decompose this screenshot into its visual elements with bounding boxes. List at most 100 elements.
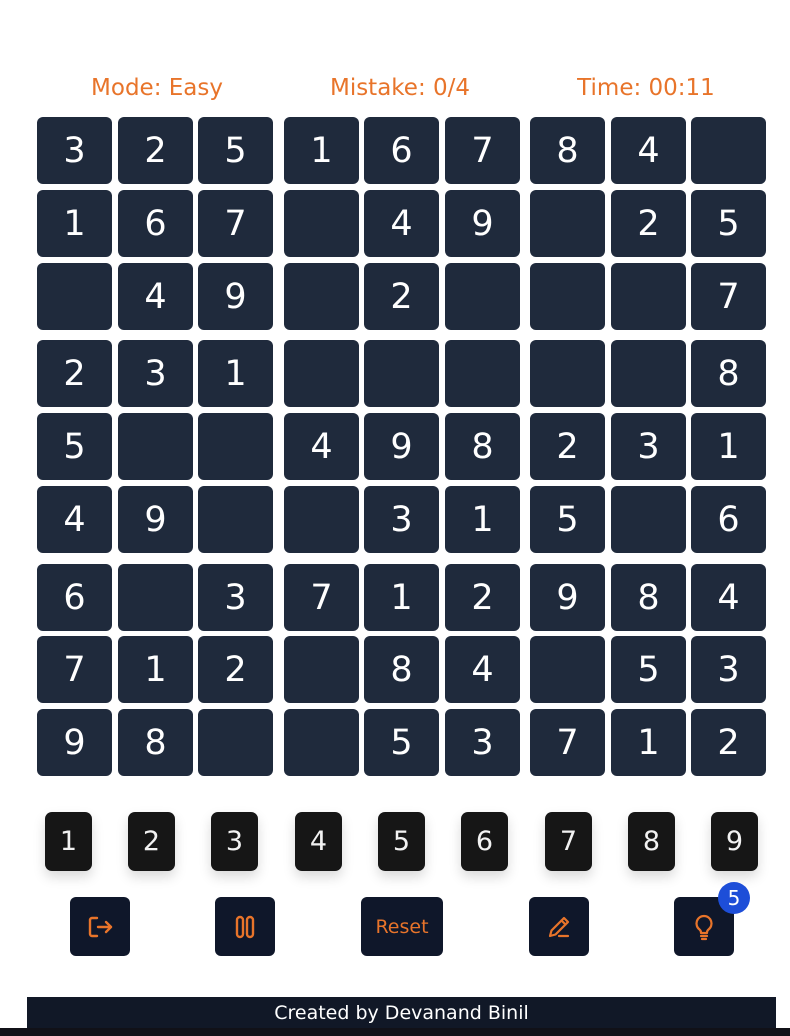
sudoku-cell[interactable]: 2 <box>611 190 686 257</box>
sudoku-cell[interactable]: 5 <box>691 190 766 257</box>
sudoku-cell[interactable]: 7 <box>198 190 273 257</box>
sudoku-cell[interactable]: 9 <box>198 263 273 330</box>
number-button[interactable]: 8 <box>628 812 675 871</box>
sudoku-cell[interactable] <box>198 709 273 776</box>
sudoku-cell[interactable] <box>691 117 766 184</box>
sudoku-cell[interactable] <box>284 709 359 776</box>
sudoku-cell[interactable]: 2 <box>691 709 766 776</box>
sudoku-cell[interactable]: 8 <box>691 340 766 407</box>
sudoku-cell[interactable]: 8 <box>611 564 686 631</box>
sudoku-cell[interactable] <box>445 340 520 407</box>
sudoku-cell[interactable] <box>284 340 359 407</box>
number-button[interactable]: 2 <box>128 812 175 871</box>
sudoku-cell[interactable]: 9 <box>530 564 605 631</box>
number-button[interactable]: 5 <box>378 812 425 871</box>
sudoku-cell[interactable]: 9 <box>118 486 193 553</box>
sudoku-cell[interactable]: 7 <box>530 709 605 776</box>
sudoku-cell[interactable]: 1 <box>37 190 112 257</box>
sudoku-cell[interactable]: 3 <box>691 636 766 703</box>
sudoku-cell[interactable] <box>37 263 112 330</box>
sudoku-cell[interactable]: 6 <box>37 564 112 631</box>
sudoku-cell[interactable] <box>284 636 359 703</box>
number-button[interactable]: 4 <box>295 812 342 871</box>
sudoku-cell[interactable]: 9 <box>37 709 112 776</box>
number-button[interactable]: 3 <box>211 812 258 871</box>
pause-button[interactable] <box>215 897 275 956</box>
sudoku-cell[interactable] <box>530 340 605 407</box>
exit-button[interactable] <box>70 897 130 956</box>
sudoku-cell[interactable] <box>611 340 686 407</box>
sudoku-cell[interactable] <box>284 263 359 330</box>
sudoku-cell[interactable]: 1 <box>198 340 273 407</box>
number-button[interactable]: 6 <box>461 812 508 871</box>
sudoku-cell[interactable]: 4 <box>445 636 520 703</box>
sudoku-cell[interactable]: 1 <box>284 117 359 184</box>
sudoku-cell[interactable]: 7 <box>445 117 520 184</box>
sudoku-cell[interactable]: 2 <box>364 263 439 330</box>
sudoku-cell[interactable]: 7 <box>37 636 112 703</box>
sudoku-cell[interactable] <box>118 413 193 480</box>
sudoku-cell[interactable] <box>284 486 359 553</box>
exit-icon <box>88 916 113 937</box>
sudoku-cell[interactable]: 4 <box>284 413 359 480</box>
sudoku-cell[interactable]: 3 <box>445 709 520 776</box>
sudoku-cell[interactable] <box>198 486 273 553</box>
sudoku-cell[interactable] <box>364 340 439 407</box>
hint-count-badge: 5 <box>718 882 750 914</box>
timer: Time: 00:11 <box>577 75 715 101</box>
sudoku-cell[interactable] <box>530 190 605 257</box>
sudoku-cell[interactable]: 3 <box>198 564 273 631</box>
sudoku-cell[interactable]: 8 <box>530 117 605 184</box>
sudoku-cell[interactable]: 8 <box>445 413 520 480</box>
sudoku-cell[interactable]: 3 <box>118 340 193 407</box>
sudoku-cell[interactable]: 5 <box>530 486 605 553</box>
notes-button[interactable] <box>529 897 589 956</box>
sudoku-cell[interactable]: 2 <box>530 413 605 480</box>
sudoku-cell[interactable] <box>611 486 686 553</box>
sudoku-cell[interactable]: 6 <box>364 117 439 184</box>
sudoku-cell[interactable]: 1 <box>364 564 439 631</box>
sudoku-cell[interactable] <box>198 413 273 480</box>
sudoku-cell[interactable]: 3 <box>611 413 686 480</box>
sudoku-cell[interactable]: 9 <box>364 413 439 480</box>
sudoku-cell[interactable]: 8 <box>118 709 193 776</box>
sudoku-cell[interactable]: 4 <box>37 486 112 553</box>
sudoku-cell[interactable]: 2 <box>198 636 273 703</box>
sudoku-cell[interactable]: 6 <box>691 486 766 553</box>
number-button[interactable]: 7 <box>545 812 592 871</box>
sudoku-cell[interactable]: 3 <box>364 486 439 553</box>
sudoku-cell[interactable]: 8 <box>364 636 439 703</box>
sudoku-cell[interactable]: 5 <box>198 117 273 184</box>
sudoku-cell[interactable]: 4 <box>364 190 439 257</box>
sudoku-cell[interactable] <box>611 263 686 330</box>
sudoku-cell[interactable]: 2 <box>118 117 193 184</box>
sudoku-cell[interactable] <box>118 564 193 631</box>
sudoku-cell[interactable] <box>284 190 359 257</box>
sudoku-cell[interactable]: 4 <box>691 564 766 631</box>
sudoku-cell[interactable]: 9 <box>445 190 520 257</box>
sudoku-cell[interactable]: 5 <box>37 413 112 480</box>
sudoku-cell[interactable]: 1 <box>611 709 686 776</box>
sudoku-cell[interactable]: 4 <box>611 117 686 184</box>
sudoku-cell[interactable]: 3 <box>37 117 112 184</box>
sudoku-cell[interactable]: 4 <box>118 263 193 330</box>
reset-button[interactable]: Reset <box>361 897 443 956</box>
pencil-icon <box>548 916 570 937</box>
mistake-counter: Mistake: 0/4 <box>329 75 471 101</box>
sudoku-cell[interactable]: 7 <box>284 564 359 631</box>
sudoku-cell[interactable]: 5 <box>364 709 439 776</box>
sudoku-cell[interactable]: 7 <box>691 263 766 330</box>
number-button[interactable]: 9 <box>711 812 758 871</box>
sudoku-cell[interactable]: 2 <box>37 340 112 407</box>
sudoku-cell[interactable]: 5 <box>611 636 686 703</box>
sudoku-cell[interactable] <box>445 263 520 330</box>
sudoku-cell[interactable]: 1 <box>118 636 193 703</box>
sudoku-cell[interactable] <box>530 263 605 330</box>
number-button[interactable]: 1 <box>45 812 92 871</box>
sudoku-cell[interactable]: 2 <box>445 564 520 631</box>
sudoku-cell[interactable] <box>530 636 605 703</box>
sudoku-cell[interactable]: 1 <box>445 486 520 553</box>
reset-label: Reset <box>375 915 429 938</box>
sudoku-cell[interactable]: 6 <box>118 190 193 257</box>
sudoku-cell[interactable]: 1 <box>691 413 766 480</box>
